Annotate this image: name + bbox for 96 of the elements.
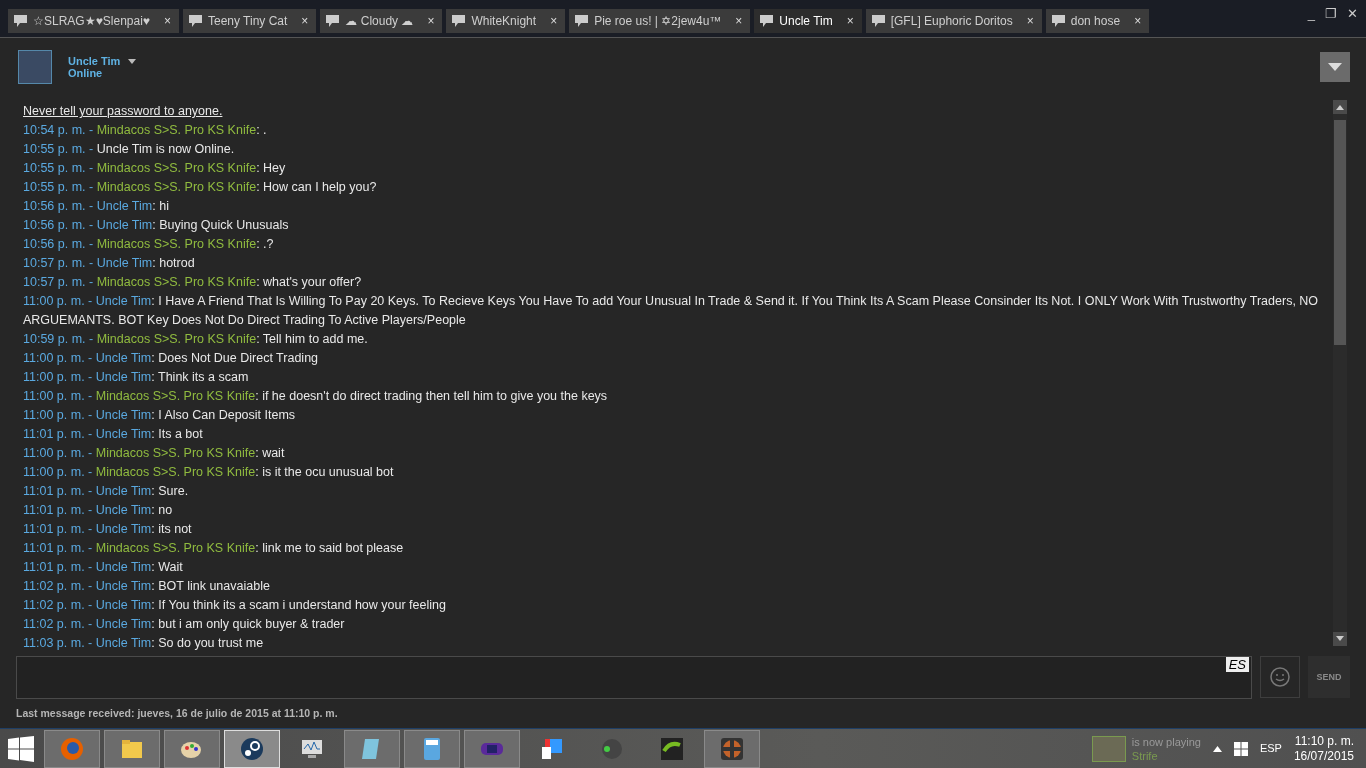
clock-time[interactable]: 11:10 p. m. [1293,733,1354,749]
tab-label: ☁ Cloudy ☁ [345,13,414,30]
chat-message: 11:00 p. m. - Uncle Tim: Does Not Due Direct Trading [23,350,320,367]
close-icon[interactable]: × [161,12,173,30]
chat-message: 11:02 p. m. - Uncle Tim: If You think its a scam i understand how your feeling [23,597,447,614]
chat-bubble-icon [1051,15,1065,27]
close-icon[interactable]: ✕ [1347,4,1358,24]
chat-message: 10:54 p. m. - Mindacos S>S. Pro KS Knife: . [23,122,268,139]
tab-label: don hose [1070,13,1121,30]
game-name: Strife [1131,748,1159,763]
chat-message: 11:01 p. m. - Uncle Tim: Its a bot [23,426,204,443]
tray-caret-icon[interactable] [1212,745,1222,752]
chat-message: 10:57 p. m. - Uncle Tim: hotrod [23,255,196,272]
chat-message: 11:02 p. m. - Uncle Tim: but i am only quick buyer & trader [23,616,346,633]
chat-tab[interactable]: don hose × [1045,9,1150,33]
chat-message: 11:01 p. m. - Uncle Tim: Wait [23,559,184,576]
chat-message: 10:55 p. m. - Mindacos S>S. Pro KS Knife: How can I help you? [23,179,378,196]
restore-icon[interactable]: ❐ [1325,4,1337,24]
chat-message: 11:00 p. m. - Uncle Tim: I Also Can Deposit Items [23,407,297,424]
scroll-up-icon[interactable] [1333,100,1347,114]
scrollbar[interactable] [1333,100,1347,647]
chat-message: 11:01 p. m. - Uncle Tim: no [23,502,174,519]
avatar-image [18,50,52,84]
close-icon[interactable]: × [425,12,437,30]
notification-text: is now playing [1131,734,1201,749]
message-input-field[interactable]: ES [16,656,1252,700]
scroll-thumb[interactable] [1334,120,1346,345]
send-button[interactable]: SEND [1308,656,1350,699]
clock-date[interactable]: 16/07/2015 [1293,748,1354,764]
start-button[interactable] [8,735,34,762]
caret-icon[interactable] [128,58,137,64]
language-indicator: ES [1225,657,1249,673]
chat-bubble-icon [871,15,885,27]
chat-bubble-icon [575,15,589,27]
tab-label: WhiteKnight [471,13,537,30]
close-icon[interactable]: × [844,12,856,30]
taskbar-app-button[interactable] [164,729,220,768]
close-icon[interactable]: × [299,12,311,30]
caret-icon [1328,63,1342,71]
tab-label: ☆SLRAG★♥Slenpai♥ [33,13,150,30]
chat-tab[interactable]: ☆SLRAG★♥Slenpai♥ × [8,9,179,33]
close-icon[interactable]: × [733,12,745,30]
windows-logo-icon[interactable] [1233,741,1248,756]
chat-message: 11:00 p. m. - Uncle Tim: Think its a scam [23,369,250,386]
chat-message: 11:01 p. m. - Uncle Tim: Sure. [23,483,190,500]
circle-logo-icon [240,736,264,761]
chat-message: 10:57 p. m. - Mindacos S>S. Pro KS Knife: what's your offer? [23,274,363,291]
chat-message: 11:01 p. m. - Mindacos S>S. Pro KS Knife: link me to said bot please [23,540,405,557]
tab-label: Teeny Tiny Cat [208,13,288,30]
chat-tab[interactable]: Pie roe us! | ✡2jew4u™ × [569,9,751,33]
game-thumbnail [1091,735,1126,762]
chat-message: 10:56 p. m. - Uncle Tim: hi [23,198,170,215]
chat-message: 10:56 p. m. - Uncle Tim: Buying Quick Unusuals [23,217,290,234]
chat-message: 10:55 p. m. - Mindacos S>S. Pro KS Knife: Hey [23,160,287,177]
chat-bubble-icon [326,15,340,27]
chat-message: 11:00 p. m. - Uncle Tim: I Have A Friend That Is Willing To Pay 20 Keys. To Recieve Keys You Have To add Your Unusual In Trade & Send it. If You Think Its A Scam Please Consinder Its Not. I ONLY Work With Trustworthy Traders, NO ARGUEMANTS. BOT Key Does Not Do Direct Trading To Active Players/People [23,293,1320,329]
chat-tab[interactable]: [GFL] Euphoric Doritos × [865,9,1042,33]
tab-label: Pie roe us! | ✡2jew4u™ [594,13,722,30]
chat-message: 11:00 p. m. - Mindacos S>S. Pro KS Knife: wait [23,445,286,462]
taskbar-app-button[interactable] [464,729,520,768]
chat-message: 10:59 p. m. - Mindacos S>S. Pro KS Knife: Tell him to add me. [23,331,369,348]
close-icon[interactable]: × [1024,12,1036,30]
emoticon-button[interactable] [1260,656,1300,699]
chat-tab[interactable]: ☁ Cloudy ☁ × [320,9,443,33]
chat-message: 11:00 p. m. - Mindacos S>S. Pro KS Knife: if he doesn't do direct trading then tell him to give you the keys [23,388,609,405]
chat-message: 11:00 p. m. - Mindacos S>S. Pro KS Knife: is it the ocu unusual bot [23,464,395,481]
warning-text: Never tell your password to anyone. [23,103,224,120]
taskbar-app-button[interactable] [404,729,460,768]
scroll-down-icon[interactable] [1333,632,1347,647]
friend-name[interactable]: Uncle Tim [68,55,121,67]
smiley-icon [1270,667,1290,688]
chat-message: 10:55 p. m. - Uncle Tim is now Online. [23,141,236,158]
tab-label: Uncle Tim [779,13,833,30]
chat-bubble-icon [452,15,466,27]
tab-label: [GFL] Euphoric Doritos [890,13,1013,30]
friend-status: Online [68,67,104,79]
chat-message: 11:01 p. m. - Uncle Tim: its not [23,521,193,538]
chat-bubble-icon [760,15,774,27]
input-language[interactable]: ESP [1259,740,1282,757]
minimize-icon[interactable]: _ [1307,4,1315,24]
color-display-icon [540,736,564,761]
close-icon[interactable]: × [1132,12,1144,30]
chat-tab[interactable]: Teeny Tiny Cat × [183,9,317,33]
chat-tab[interactable]: Uncle Tim × [754,9,862,33]
taskbar-app-button[interactable] [104,729,160,768]
globe-icon [60,736,84,761]
chat-tab[interactable]: WhiteKnight × [446,9,566,33]
chat-message: 11:02 p. m. - Uncle Tim: BOT link unavaiable [23,578,271,595]
last-message-text: Last message received: jueves, 16 de julio de 2015 at 11:10 p. m. [15,706,339,722]
dropdown-button[interactable] [1320,52,1350,82]
crosshair-logo-icon [720,736,744,761]
chat-message: 10:56 p. m. - Mindacos S>S. Pro KS Knife: .? [23,236,275,253]
chat-bubble-icon [14,15,27,27]
chat-bubble-icon [189,15,202,27]
chat-message: 11:03 p. m. - Uncle Tim: So do you trust me [23,635,265,652]
close-icon[interactable]: × [548,12,560,30]
